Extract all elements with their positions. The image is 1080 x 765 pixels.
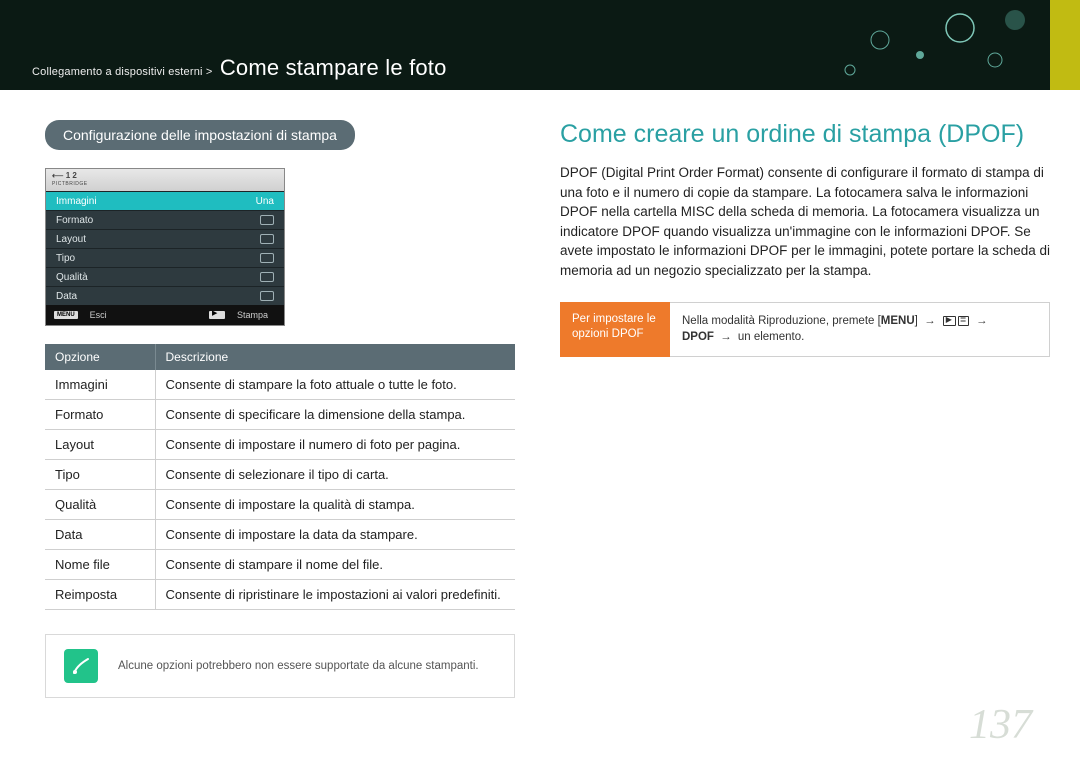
lcd-row-label: Layout [56, 234, 86, 245]
opt-name: Reimposta [45, 580, 155, 610]
opt-desc: Consente di stampare la foto attuale o t… [155, 370, 515, 400]
col-description: Descrizione [155, 344, 515, 370]
instruction-callout: Per impostare le opzioni DPOF Nella moda… [560, 302, 1050, 356]
play-mode-icon [943, 316, 956, 326]
page-title: Come stampare le foto [220, 55, 447, 80]
note-text: Alcune opzioni potrebbero non essere sup… [118, 660, 479, 672]
opt-name: Qualità [45, 490, 155, 520]
options-table: Opzione Descrizione ImmaginiConsente di … [45, 344, 515, 610]
opt-name: Immagini [45, 370, 155, 400]
opt-name: Formato [45, 400, 155, 430]
pictbridge-label: PICTBRIDGE [52, 181, 88, 187]
table-row: Nome fileConsente di stampare il nome de… [45, 550, 515, 580]
lcd-row-label: Qualità [56, 272, 88, 283]
lcd-header: ⟵ 1 2 PICTBRIDGE [46, 169, 284, 191]
table-row: ImmaginiConsente di stampare la foto att… [45, 370, 515, 400]
table-row: FormatoConsente di specificare la dimens… [45, 400, 515, 430]
arrow-icon: → [720, 331, 732, 343]
instruction-title: Per impostare le opzioni DPOF [560, 302, 670, 356]
header-band: Collegamento a dispositivi esterni > Com… [0, 0, 1080, 90]
instr-mid: ] [915, 315, 921, 327]
lcd-exit-label: Esci [82, 310, 115, 320]
instr-prefix: Nella modalità Riproduzione, premete [ [682, 315, 881, 327]
menu-key-icon: MENU [54, 311, 78, 319]
opt-desc: Consente di ripristinare le impostazioni… [155, 580, 515, 610]
note-icon [64, 649, 98, 683]
lcd-row-label: Immagini [56, 196, 97, 207]
col-option: Opzione [45, 344, 155, 370]
table-row: QualitàConsente di impostare la qualità … [45, 490, 515, 520]
lcd-row: Formato [46, 210, 284, 229]
table-row: TipoConsente di selezionare il tipo di c… [45, 460, 515, 490]
setting-icon [260, 291, 274, 301]
instr-suffix: un elemento. [735, 331, 805, 343]
opt-desc: Consente di stampare il nome del file. [155, 550, 515, 580]
lcd-row: Immagini Una [46, 191, 284, 210]
lcd-row: Qualità [46, 267, 284, 286]
opt-name: Tipo [45, 460, 155, 490]
lcd-row-label: Tipo [56, 253, 75, 264]
table-row: ReimpostaConsente di ripristinare le imp… [45, 580, 515, 610]
instruction-text: Nella modalità Riproduzione, premete [ME… [670, 302, 1050, 356]
breadcrumb-path: Collegamento a dispositivi esterni > [32, 66, 213, 78]
opt-desc: Consente di impostare la qualità di stam… [155, 490, 515, 520]
right-heading: Come creare un ordine di stampa (DPOF) [560, 120, 1050, 149]
decorative-bubbles [820, 0, 1040, 90]
breadcrumb: Collegamento a dispositivi esterni > Com… [32, 55, 447, 81]
list-icon [958, 316, 969, 326]
lcd-row-label: Formato [56, 215, 93, 226]
lcd-row: Layout [46, 229, 284, 248]
right-body: DPOF (Digital Print Order Format) consen… [560, 163, 1050, 280]
arrow-icon: → [976, 315, 988, 327]
lcd-row-label: Data [56, 291, 77, 302]
play-key-icon [209, 311, 225, 319]
note-box: Alcune opzioni potrebbero non essere sup… [45, 634, 515, 698]
setting-icon [260, 215, 274, 225]
opt-name: Nome file [45, 550, 155, 580]
table-row: DataConsente di impostare la data da sta… [45, 520, 515, 550]
section-heading-pill: Configurazione delle impostazioni di sta… [45, 120, 355, 150]
setting-icon [260, 253, 274, 263]
lcd-footer: MENU Esci Stampa [46, 305, 284, 325]
setting-icon [260, 234, 274, 244]
instr-menu-key: MENU [881, 315, 915, 327]
opt-name: Layout [45, 430, 155, 460]
table-row: LayoutConsente di impostare il numero di… [45, 430, 515, 460]
lcd-row: Tipo [46, 248, 284, 267]
pictbridge-icon: ⟵ 1 2 [52, 171, 77, 180]
opt-desc: Consente di specificare la dimensione de… [155, 400, 515, 430]
opt-name: Data [45, 520, 155, 550]
lcd-row: Data [46, 286, 284, 305]
page-number: 137 [969, 701, 1032, 749]
camera-lcd-preview: ⟵ 1 2 PICTBRIDGE Immagini Una Formato Layou… [45, 168, 285, 326]
opt-desc: Consente di impostare la data da stampar… [155, 520, 515, 550]
lcd-row-value: Una [256, 196, 274, 207]
instr-dpof: DPOF [682, 331, 714, 343]
lcd-print-label: Stampa [229, 310, 276, 320]
opt-desc: Consente di impostare il numero di foto … [155, 430, 515, 460]
setting-icon [260, 272, 274, 282]
arrow-icon: → [924, 315, 936, 327]
opt-desc: Consente di selezionare il tipo di carta… [155, 460, 515, 490]
